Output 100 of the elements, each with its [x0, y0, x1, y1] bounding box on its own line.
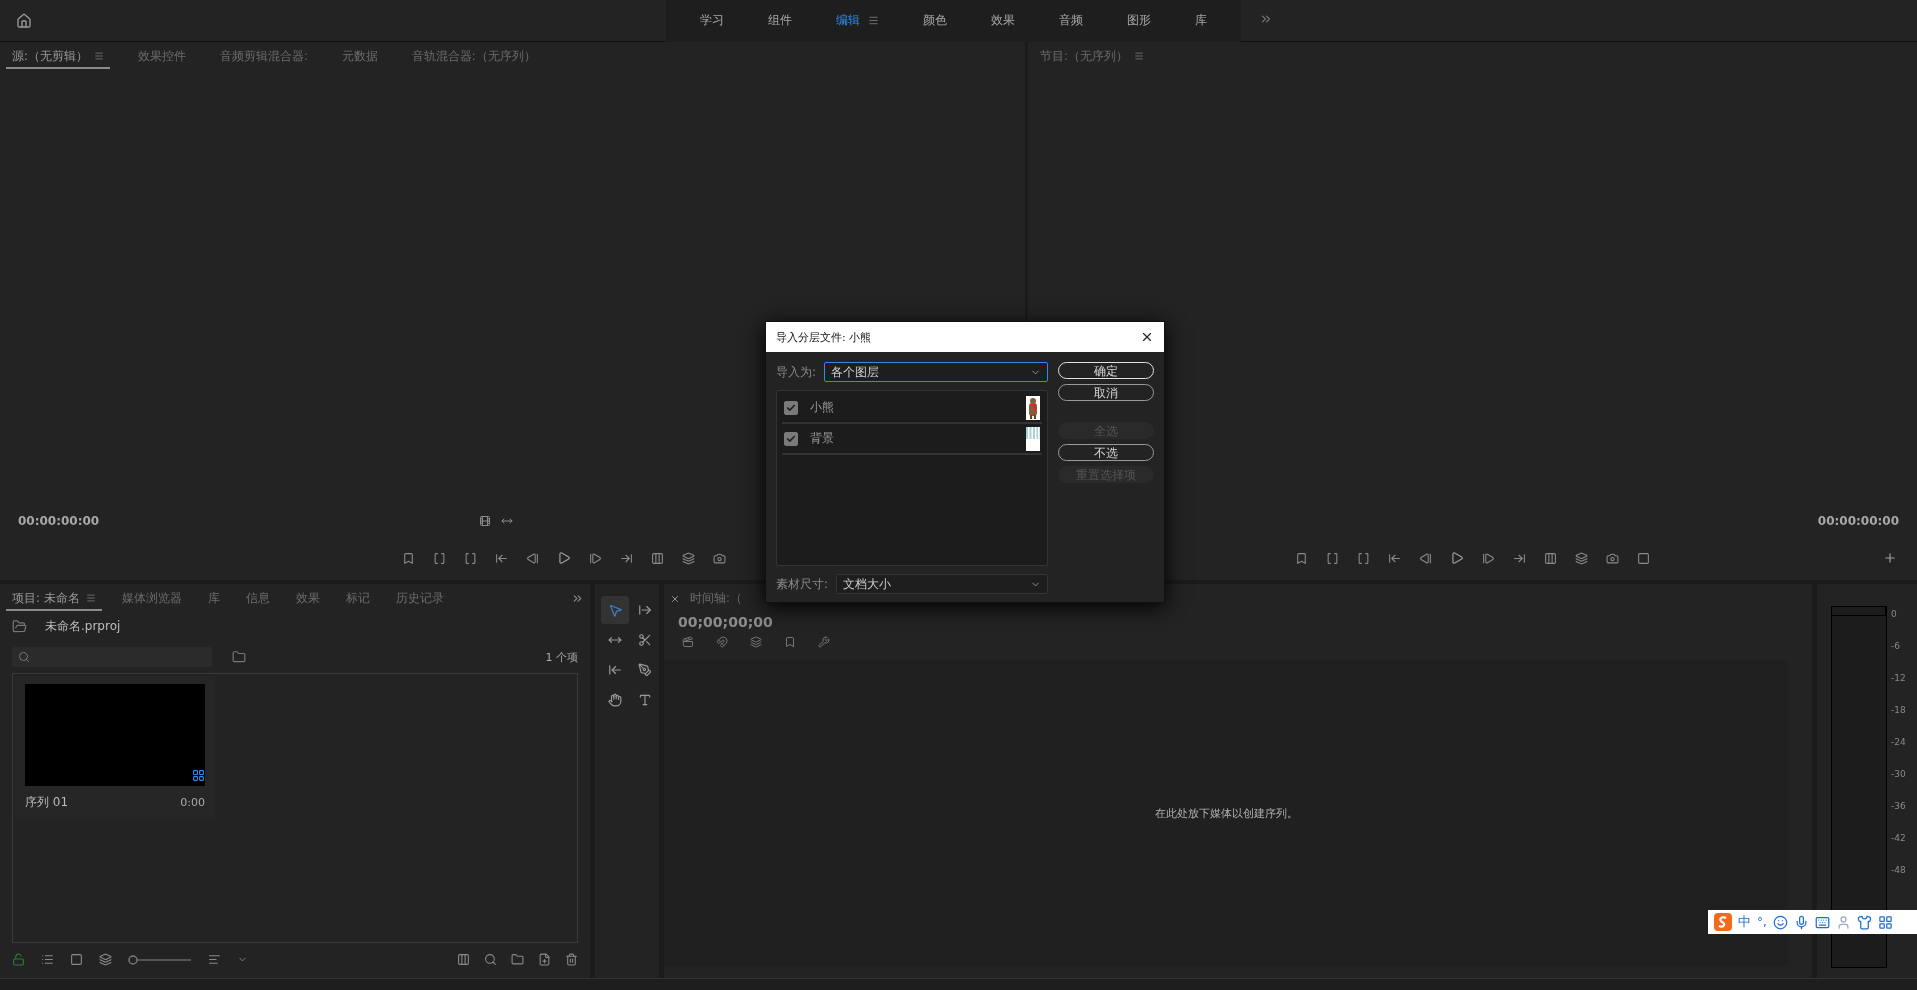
- snap-icon[interactable]: [716, 636, 728, 648]
- clip-icon[interactable]: [479, 515, 492, 527]
- camera-icon[interactable]: [712, 551, 726, 565]
- project-file-name: 未命名.prproj: [45, 618, 121, 635]
- meter-scale-label: -36: [1891, 801, 1906, 811]
- pointer-icon: [607, 602, 623, 618]
- pen-icon: [638, 663, 652, 677]
- layer-name: 小熊: [810, 399, 834, 416]
- step-forward-icon[interactable]: [1482, 551, 1495, 565]
- play-icon[interactable]: [556, 551, 571, 565]
- folder-icon: [12, 619, 27, 634]
- meter-scale-label: -24: [1891, 737, 1906, 747]
- type-icon: [638, 693, 652, 707]
- meter-scale-label: 0: [1891, 609, 1898, 619]
- meter-scale-label: -6: [1891, 641, 1901, 651]
- meter-scale-label: -12: [1891, 673, 1906, 683]
- panel-tab[interactable]: 标记: [339, 587, 376, 611]
- footage-size-dropdown[interactable]: 文档大小: [836, 574, 1048, 594]
- field-label: 导入为:: [776, 363, 817, 381]
- settings-icon[interactable]: [818, 636, 830, 648]
- field-label: 素材尺寸:: [776, 575, 829, 593]
- layer-checkbox[interactable]: [784, 431, 798, 446]
- ime-punctuation[interactable]: °,: [1757, 915, 1767, 929]
- panel-tab[interactable]: 项目: 未命名: [6, 587, 102, 611]
- drop-hint: 在此处放下媒体以创建序列。: [1154, 805, 1298, 821]
- add-icon[interactable]: [1883, 551, 1897, 565]
- list-view-icon[interactable]: [41, 953, 54, 966]
- panel-tab[interactable]: 时间轴:（: [684, 587, 748, 611]
- workspace-tab[interactable]: 编辑: [814, 0, 901, 42]
- panel-tab[interactable]: 音频剪辑混合器:: [213, 45, 314, 69]
- keyboard-icon[interactable]: [1814, 914, 1830, 930]
- item-count: 1 个项: [545, 649, 578, 665]
- timecode[interactable]: 00;00;00;00: [678, 614, 773, 630]
- sequence-name: 序列 01: [25, 794, 69, 811]
- trash-icon[interactable]: [565, 953, 578, 966]
- emoji-icon[interactable]: [1772, 914, 1788, 930]
- go-to-in-icon[interactable]: [1388, 551, 1401, 565]
- new-bin-icon[interactable]: [511, 953, 524, 966]
- marker-icon[interactable]: [1295, 551, 1308, 565]
- user-icon[interactable]: [1835, 914, 1851, 930]
- workspace-tab[interactable]: 库: [1173, 0, 1229, 42]
- grid-icon[interactable]: [1877, 914, 1893, 930]
- razor-icon: [638, 633, 652, 647]
- play-icon[interactable]: [1450, 551, 1464, 565]
- dialog-title: 导入分层文件: 小熊: [776, 329, 872, 345]
- ime-mode[interactable]: 中: [1738, 913, 1751, 931]
- panel-tab[interactable]: 历史记录: [389, 587, 450, 611]
- marker-icon[interactable]: [784, 636, 796, 648]
- workspace-tab[interactable]: 音频: [1037, 0, 1105, 42]
- zoom-slider[interactable]: [128, 954, 192, 965]
- close-icon[interactable]: [1140, 330, 1154, 344]
- new-search-bin-icon[interactable]: [232, 650, 246, 664]
- ime-logo-icon[interactable]: [1714, 913, 1732, 931]
- panel-tab[interactable]: 信息: [239, 587, 276, 611]
- workspace-tab[interactable]: 学习: [678, 0, 746, 42]
- track-select-icon: [638, 603, 652, 617]
- compare-icon[interactable]: [1637, 551, 1650, 565]
- panel-tab[interactable]: 节目:（无序列）: [1034, 45, 1150, 69]
- meter-scale-label: -18: [1891, 705, 1906, 715]
- workspace-tab[interactable]: 图形: [1105, 0, 1173, 42]
- meter-scale-label: -48: [1891, 865, 1906, 875]
- camera-icon[interactable]: [1606, 551, 1619, 565]
- meter-scale-label: -42: [1891, 833, 1906, 843]
- workspace-tab[interactable]: 颜色: [901, 0, 969, 42]
- import-as-dropdown[interactable]: 各个图层: [824, 362, 1048, 382]
- shirt-icon[interactable]: [1856, 914, 1872, 930]
- panel-tab[interactable]: 库: [201, 587, 226, 611]
- go-to-in-icon[interactable]: [494, 551, 508, 565]
- more-icon[interactable]: [1259, 12, 1273, 26]
- workspace-tab[interactable]: 效果: [969, 0, 1037, 42]
- find-icon[interactable]: [484, 953, 497, 966]
- panel-tab[interactable]: 音轨混合器:（无序列）: [405, 45, 542, 69]
- go-to-out-icon[interactable]: [619, 551, 633, 565]
- timecode[interactable]: 00:00:00:00: [18, 514, 100, 528]
- workspace-tab[interactable]: 组件: [746, 0, 814, 42]
- meter-scale-label: -30: [1891, 769, 1906, 779]
- microphone-icon[interactable]: [1793, 914, 1809, 930]
- lock-icon[interactable]: [12, 953, 25, 966]
- sort-icon[interactable]: [208, 953, 221, 966]
- new-item-icon[interactable]: [538, 953, 551, 966]
- panel-tab[interactable]: 效果控件: [131, 45, 192, 69]
- step-forward-icon[interactable]: [588, 551, 602, 565]
- search-icon: [18, 651, 30, 663]
- sequence-duration: 0:00: [180, 796, 205, 809]
- panel-tab[interactable]: 源:（无剪辑）: [6, 45, 110, 69]
- panel-tab[interactable]: 元数据: [335, 45, 384, 69]
- marker-icon[interactable]: [401, 551, 415, 565]
- search-field[interactable]: [12, 647, 212, 667]
- panel-tab[interactable]: 媒体浏览器: [115, 587, 188, 611]
- panel-tab[interactable]: 效果: [289, 587, 326, 611]
- home-icon[interactable]: [16, 12, 32, 29]
- go-to-out-icon[interactable]: [1513, 551, 1526, 565]
- layer-checkbox[interactable]: [784, 400, 798, 415]
- icon-view-icon[interactable]: [70, 953, 83, 966]
- menu-icon[interactable]: [868, 15, 879, 26]
- step-back-icon[interactable]: [1419, 551, 1432, 565]
- step-back-icon[interactable]: [525, 551, 539, 565]
- selection-tool[interactable]: [601, 596, 629, 624]
- sequence-icon: [192, 769, 205, 782]
- timecode[interactable]: 00:00:00:00: [1817, 514, 1899, 528]
